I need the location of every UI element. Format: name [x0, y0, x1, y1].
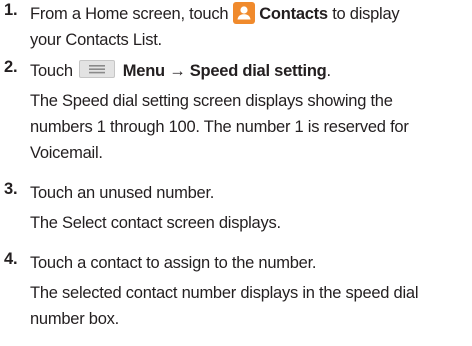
- step-text: Touch Menu → Speed dial setting.: [30, 58, 472, 84]
- step-3: 3. Touch an unused number. The Select co…: [0, 180, 472, 236]
- instruction-steps: 1. From a Home screen, touch Contacts to…: [0, 0, 472, 332]
- step-1: 1. From a Home screen, touch Contacts to…: [0, 1, 472, 53]
- step-number: 2.: [4, 58, 18, 76]
- step-text: Touch a contact to assign to the number.: [30, 254, 317, 272]
- description-line: number box.: [30, 310, 119, 328]
- step-text: Touch an unused number.: [30, 184, 215, 202]
- step-text-before: Touch: [30, 62, 73, 80]
- description-line: Voicemail.: [30, 144, 103, 162]
- step-text-after: .: [326, 62, 331, 80]
- description-line: The Speed dial setting screen displays s…: [30, 92, 393, 110]
- menu-path-label: Menu → Speed dial setting: [122, 62, 327, 80]
- step-description: The selected contact number displays in …: [30, 280, 472, 332]
- step-number: 1.: [4, 1, 18, 19]
- step-number: 4.: [4, 250, 18, 268]
- step-description: The Select contact screen displays.: [30, 210, 472, 236]
- step-text: From a Home screen, touch Contacts to di…: [30, 1, 472, 27]
- description-line: The selected contact number displays in …: [30, 284, 419, 302]
- step-4: 4. Touch a contact to assign to the numb…: [0, 250, 472, 332]
- step-description: The Speed dial setting screen displays s…: [30, 88, 472, 166]
- contacts-label: Contacts: [259, 5, 328, 23]
- contacts-icon: [233, 2, 256, 24]
- menu-icon: [78, 60, 115, 78]
- step-text-continued: your Contacts List.: [30, 31, 162, 49]
- description-line: numbers 1 through 100. The number 1 is r…: [30, 118, 409, 136]
- step-text-after: to display: [332, 5, 400, 23]
- step-number: 3.: [4, 180, 18, 198]
- step-text-before: From a Home screen, touch: [30, 5, 229, 23]
- step-2: 2. Touch Menu → Speed dial setting. The …: [0, 58, 472, 166]
- description-line: The Select contact screen displays.: [30, 214, 281, 232]
